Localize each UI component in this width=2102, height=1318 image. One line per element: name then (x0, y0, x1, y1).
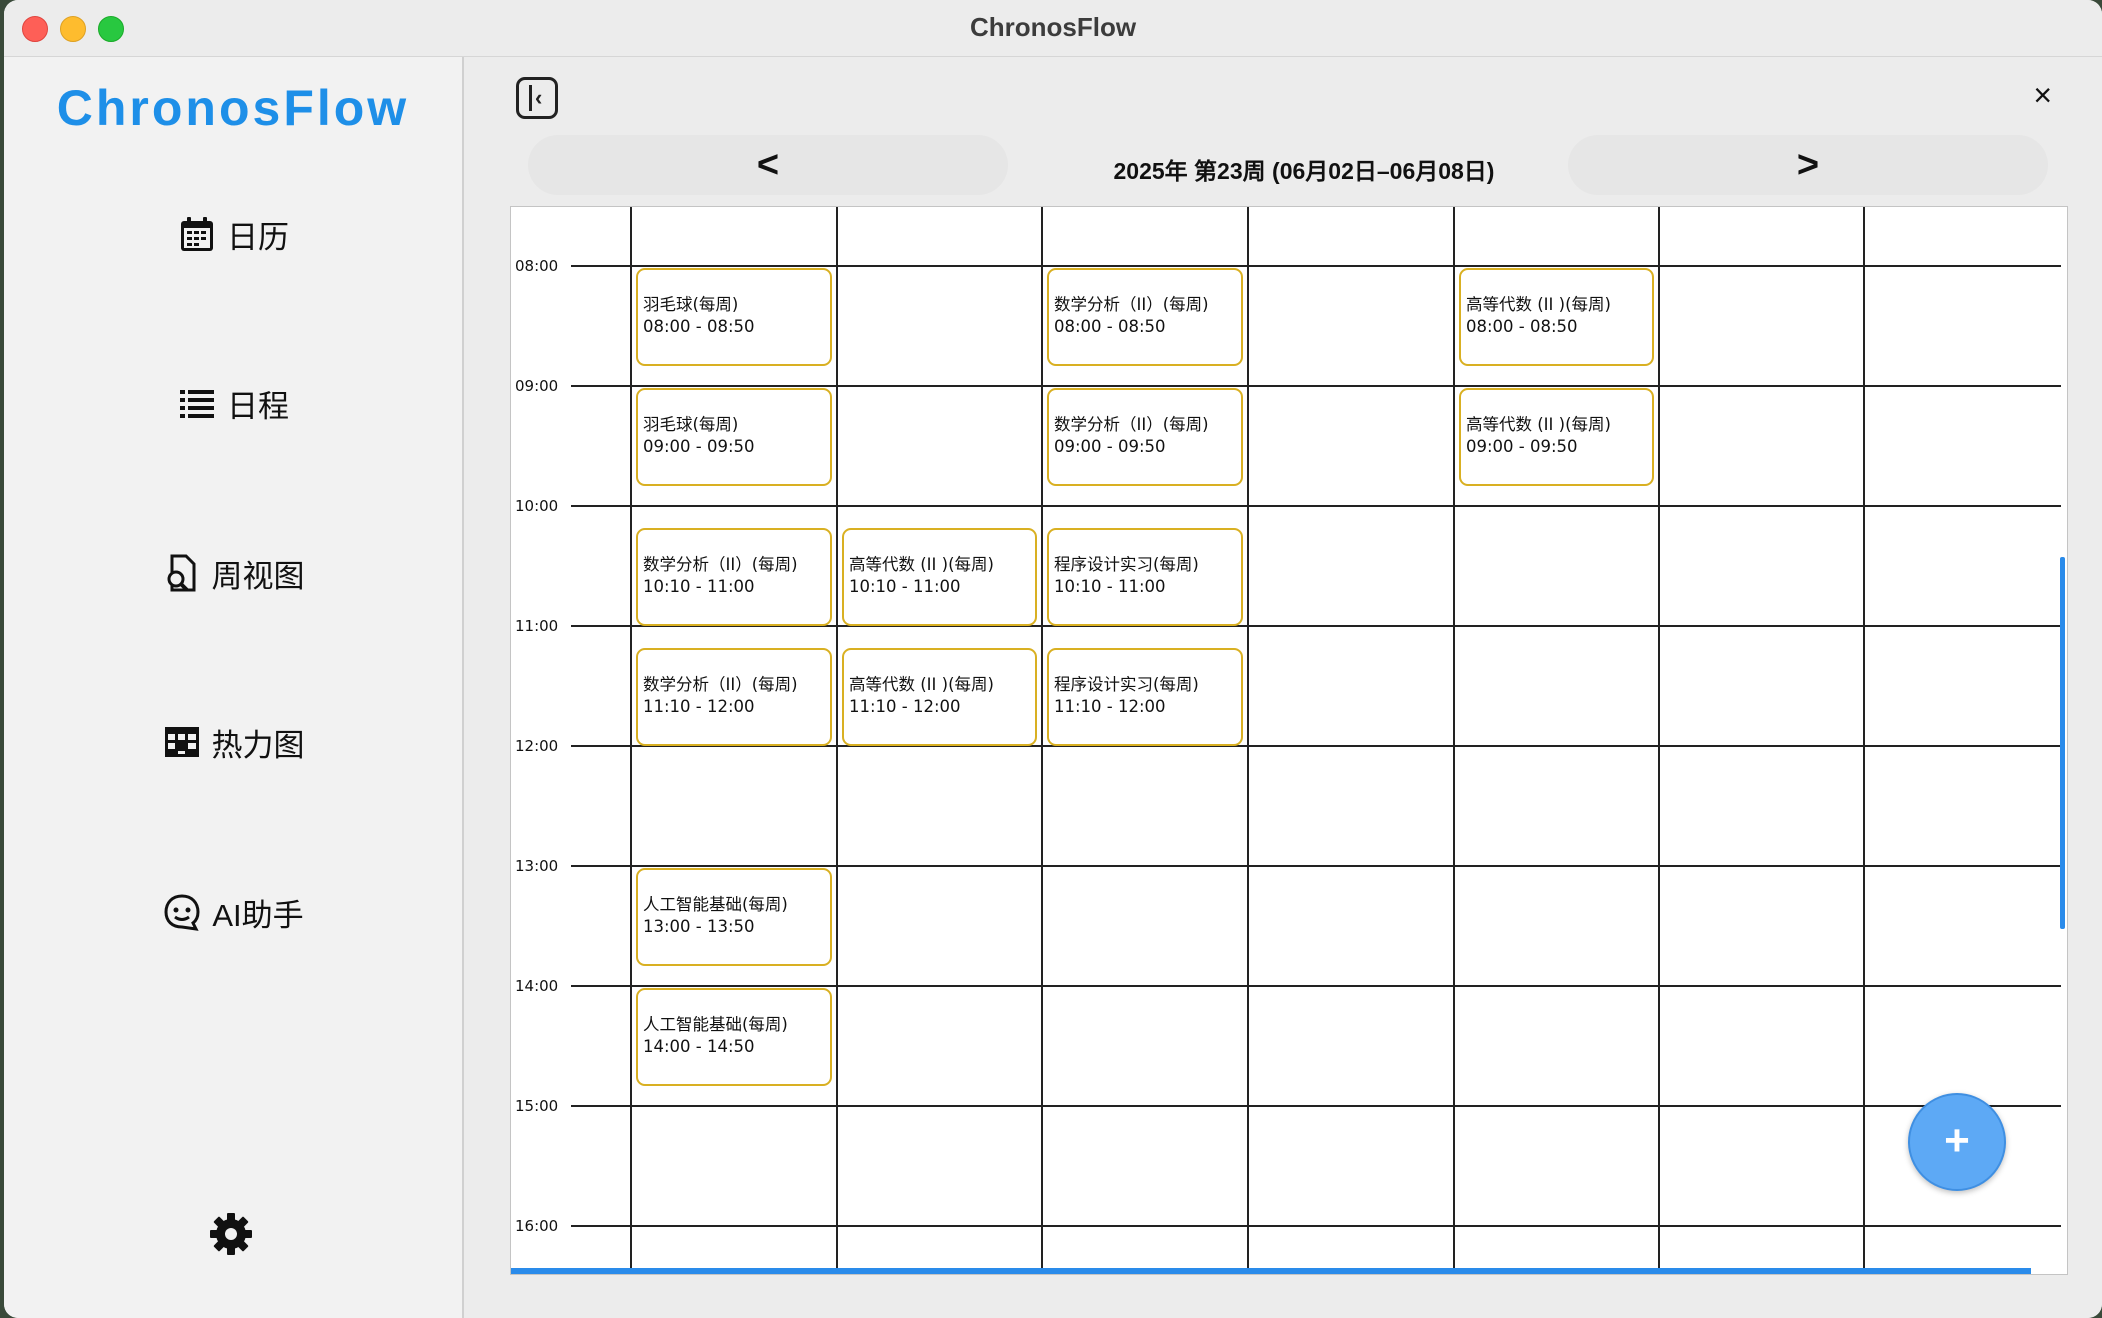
event-title: 数学分析（II）(每周) (643, 555, 798, 574)
chevron-left-icon: ‹ (535, 85, 543, 110)
sidebar-item-label: 日历 (227, 219, 289, 255)
event-card[interactable]: 数学分析（II）(每周) 11:10 - 12:00 (636, 648, 832, 746)
title-bar: ChronosFlow (4, 0, 2102, 57)
time-label: 14:00 (515, 977, 559, 995)
event-title: 人工智能基础(每周) (643, 895, 788, 914)
event-card[interactable]: 数学分析（II）(每周) 08:00 - 08:50 (1047, 268, 1243, 366)
event-card[interactable]: 人工智能基础(每周) 13:00 - 13:50 (636, 868, 832, 966)
event-time: 10:10 - 11:00 (643, 577, 755, 596)
event-title: 高等代数 (II )(每周) (1466, 295, 1611, 314)
main-panel: ‹ × < 2025年 第23周 (06月02日–06月08日) > 08:00… (464, 57, 2102, 1318)
sidebar-item-label: AI助手 (212, 897, 304, 933)
sidebar-item-week-view[interactable]: 周视图 (4, 533, 462, 613)
sidebar-item-label: 日程 (227, 388, 289, 424)
vertical-scrollbar[interactable] (2060, 557, 2065, 929)
time-label: 11:00 (515, 617, 559, 635)
week-search-icon (167, 554, 195, 592)
collapse-sidebar-button[interactable]: ‹ (516, 77, 558, 119)
event-time: 14:00 - 14:50 (643, 1037, 755, 1056)
window-title: ChronosFlow (969, 12, 1137, 42)
add-event-button[interactable]: + (1908, 1093, 2006, 1191)
event-card[interactable]: 高等代数 (II )(每周) 10:10 - 11:00 (842, 528, 1037, 626)
event-time: 11:10 - 12:00 (849, 697, 961, 716)
event-title: 数学分析（II）(每周) (1054, 415, 1209, 434)
event-time: 08:00 - 08:50 (1466, 317, 1578, 336)
app-window: ChronosFlow ChronosFlow 日历 日程 周视图 热力图 AI… (4, 0, 2102, 1318)
event-card[interactable]: 程序设计实习(每周) 10:10 - 11:00 (1047, 528, 1243, 626)
event-card[interactable]: 程序设计实习(每周) 11:10 - 12:00 (1047, 648, 1243, 746)
sidebar-item-label: 热力图 (211, 727, 305, 763)
prev-week-button[interactable]: < (528, 135, 1008, 195)
event-card[interactable]: 人工智能基础(每周) 14:00 - 14:50 (636, 988, 832, 1086)
week-label: 2025年 第23周 (06月02日–06月08日) (1113, 158, 1495, 184)
event-time: 09:00 - 09:50 (1466, 437, 1578, 456)
time-label: 12:00 (515, 737, 559, 755)
time-label: 09:00 (515, 377, 559, 395)
event-time: 08:00 - 08:50 (643, 317, 755, 336)
event-title: 程序设计实习(每周) (1054, 675, 1199, 694)
event-title: 高等代数 (II )(每周) (1466, 415, 1611, 434)
close-button[interactable]: × (2033, 77, 2052, 114)
sidebar-item-schedule[interactable]: 日程 (4, 363, 462, 443)
event-time: 08:00 - 08:50 (1054, 317, 1166, 336)
event-title: 羽毛球(每周) (643, 415, 739, 434)
event-title: 数学分析（II）(每周) (1054, 295, 1209, 314)
time-label: 15:00 (515, 1097, 559, 1115)
panel-divider-icon (529, 85, 532, 111)
event-title: 高等代数 (II )(每周) (849, 555, 994, 574)
event-card[interactable]: 高等代数 (II )(每周) 09:00 - 09:50 (1459, 388, 1654, 486)
time-label: 16:00 (515, 1217, 559, 1235)
next-week-button[interactable]: > (1568, 135, 2048, 195)
event-time: 10:10 - 11:00 (849, 577, 961, 596)
sidebar: ChronosFlow 日历 日程 周视图 热力图 AI助手 (4, 57, 464, 1318)
week-grid[interactable]: 08:00 09:00 10:00 11:00 12:00 13:00 14:00 15:00… (510, 206, 2068, 1275)
event-title: 程序设计实习(每周) (1054, 555, 1199, 574)
event-card[interactable]: 高等代数 (II )(每周) 11:10 - 12:00 (842, 648, 1037, 746)
event-card[interactable]: 羽毛球(每周) 08:00 - 08:50 (636, 268, 832, 366)
event-time: 10:10 - 11:00 (1054, 577, 1166, 596)
list-icon (180, 390, 214, 418)
event-time: 09:00 - 09:50 (1054, 437, 1166, 456)
horizontal-scrollbar[interactable] (511, 1268, 2031, 1274)
event-title: 人工智能基础(每周) (643, 1015, 788, 1034)
event-time: 11:10 - 12:00 (1054, 697, 1166, 716)
sidebar-item-label: 周视图 (211, 558, 305, 594)
sidebar-item-heatmap[interactable]: 热力图 (4, 702, 462, 782)
event-card[interactable]: 高等代数 (II )(每周) 08:00 - 08:50 (1459, 268, 1654, 366)
sidebar-item-ai-assistant[interactable]: AI助手 (4, 872, 462, 952)
event-title: 高等代数 (II )(每周) (849, 675, 994, 694)
time-label: 10:00 (515, 497, 559, 515)
event-title: 羽毛球(每周) (643, 295, 739, 314)
event-card[interactable]: 数学分析（II）(每周) 10:10 - 11:00 (636, 528, 832, 626)
ai-assistant-icon (164, 894, 200, 931)
app-logo: ChronosFlow (56, 80, 410, 136)
sidebar-item-calendar[interactable]: 日历 (4, 194, 462, 274)
event-time: 09:00 - 09:50 (643, 437, 755, 456)
time-label: 08:00 (515, 257, 559, 275)
event-time: 11:10 - 12:00 (643, 697, 755, 716)
event-time: 13:00 - 13:50 (643, 917, 755, 936)
heatmap-grid-icon (164, 727, 199, 757)
time-label: 13:00 (515, 857, 559, 875)
event-card[interactable]: 羽毛球(每周) 09:00 - 09:50 (636, 388, 832, 486)
event-card[interactable]: 数学分析（II）(每周) 09:00 - 09:50 (1047, 388, 1243, 486)
calendar-icon (181, 217, 213, 251)
gear-icon[interactable] (209, 1212, 253, 1256)
event-title: 数学分析（II）(每周) (643, 675, 798, 694)
